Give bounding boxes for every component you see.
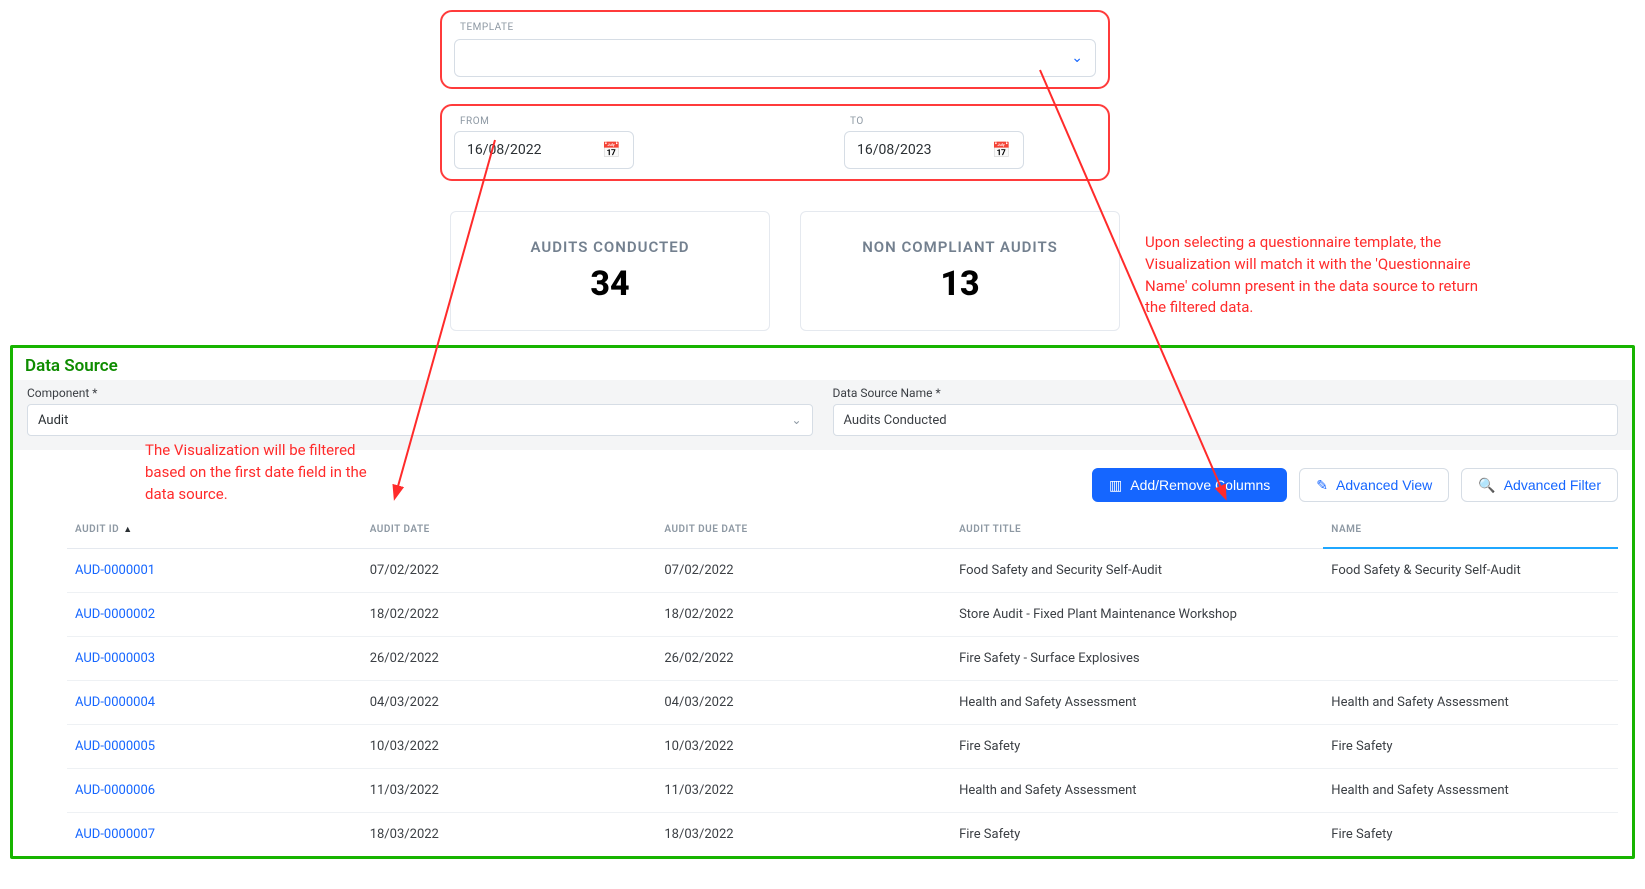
cell-audit-title: Fire Safety bbox=[951, 813, 1323, 857]
cell-audit-date: 11/03/2022 bbox=[362, 769, 657, 813]
table-row: AUD-000000326/02/202226/02/2022Fire Safe… bbox=[67, 637, 1618, 681]
cell-audit-title: Health and Safety Assessment bbox=[951, 769, 1323, 813]
cell-audit-title: Fire Safety - Surface Explosives bbox=[951, 637, 1323, 681]
kpi-noncompliant-audits: NON COMPLIANT AUDITS 13 bbox=[800, 211, 1120, 331]
from-date-value: 16/08/2022 bbox=[467, 142, 542, 158]
data-source-title: Data Source bbox=[13, 348, 1632, 380]
cell-audit-due-date: 18/02/2022 bbox=[656, 593, 951, 637]
col-audit-title[interactable]: AUDIT TITLE bbox=[951, 512, 1323, 548]
search-plus-icon: 🔍 bbox=[1478, 477, 1495, 494]
to-label: TO bbox=[844, 116, 1024, 127]
cell-audit-due-date: 11/03/2022 bbox=[656, 769, 951, 813]
advanced-view-button[interactable]: ✎ Advanced View bbox=[1299, 468, 1449, 502]
cell-name: Fire Safety bbox=[1323, 725, 1618, 769]
audit-id-link[interactable]: AUD-0000002 bbox=[67, 593, 362, 637]
kpi-value: 34 bbox=[590, 264, 629, 304]
col-name[interactable]: NAME bbox=[1323, 512, 1618, 548]
cell-name bbox=[1323, 637, 1618, 681]
table-row: AUD-000000107/02/202207/02/2022Food Safe… bbox=[67, 548, 1618, 593]
cell-audit-date: 07/02/2022 bbox=[362, 548, 657, 593]
cell-audit-date: 04/03/2022 bbox=[362, 681, 657, 725]
col-audit-date[interactable]: AUDIT DATE bbox=[362, 512, 657, 548]
cell-audit-title: Fire Safety bbox=[951, 725, 1323, 769]
table-row: AUD-000000611/03/202211/03/2022Health an… bbox=[67, 769, 1618, 813]
cell-audit-date: 10/03/2022 bbox=[362, 725, 657, 769]
dsname-value: Audits Conducted bbox=[844, 413, 947, 428]
table-row: AUD-000000404/03/202204/03/2022Health an… bbox=[67, 681, 1618, 725]
cell-audit-due-date: 04/03/2022 bbox=[656, 681, 951, 725]
audit-id-link[interactable]: AUD-0000007 bbox=[67, 813, 362, 857]
chevron-down-icon: ⌄ bbox=[1071, 50, 1083, 66]
col-audit-id[interactable]: AUDIT ID▲ bbox=[67, 512, 362, 548]
cell-audit-due-date: 10/03/2022 bbox=[656, 725, 951, 769]
dsname-label: Data Source Name * bbox=[833, 386, 1619, 400]
cell-audit-date: 18/03/2022 bbox=[362, 813, 657, 857]
cell-audit-title: Food Safety and Security Self-Audit bbox=[951, 548, 1323, 593]
kpi-audits-conducted: AUDITS CONDUCTED 34 bbox=[450, 211, 770, 331]
col-audit-due-date[interactable]: AUDIT DUE DATE bbox=[656, 512, 951, 548]
template-filter-group: TEMPLATE ⌄ bbox=[440, 10, 1110, 89]
annotation-right: Upon selecting a questionnaire template,… bbox=[1145, 232, 1485, 319]
columns-icon: ▥ bbox=[1109, 477, 1122, 494]
table-row: AUD-000000218/02/202218/02/2022Store Aud… bbox=[67, 593, 1618, 637]
advanced-filter-button[interactable]: 🔍 Advanced Filter bbox=[1461, 468, 1618, 502]
kpi-label: NON COMPLIANT AUDITS bbox=[862, 238, 1058, 256]
calendar-icon: 📅 bbox=[992, 141, 1011, 159]
to-date-value: 16/08/2023 bbox=[857, 142, 932, 158]
cell-name bbox=[1323, 593, 1618, 637]
cell-name: Food Safety & Security Self-Audit bbox=[1323, 548, 1618, 593]
audit-id-link[interactable]: AUD-0000006 bbox=[67, 769, 362, 813]
button-label: Add/Remove Columns bbox=[1130, 477, 1270, 493]
cell-audit-due-date: 07/02/2022 bbox=[656, 548, 951, 593]
calendar-icon: 📅 bbox=[602, 141, 621, 159]
button-label: Advanced Filter bbox=[1504, 477, 1601, 493]
button-label: Advanced View bbox=[1336, 477, 1432, 493]
sort-asc-icon: ▲ bbox=[123, 525, 132, 535]
audit-id-link[interactable]: AUD-0000001 bbox=[67, 548, 362, 593]
audits-table: AUDIT ID▲ AUDIT DATE AUDIT DUE DATE AUDI… bbox=[67, 512, 1618, 856]
cell-audit-due-date: 26/02/2022 bbox=[656, 637, 951, 681]
dsname-input[interactable]: Audits Conducted bbox=[833, 404, 1619, 436]
table-row: AUD-000000718/03/202218/03/2022Fire Safe… bbox=[67, 813, 1618, 857]
kpi-label: AUDITS CONDUCTED bbox=[530, 238, 689, 256]
component-value: Audit bbox=[38, 413, 68, 428]
from-label: FROM bbox=[454, 116, 634, 127]
date-filter-group: FROM 16/08/2022 📅 TO 16/08/2023 📅 bbox=[440, 104, 1110, 181]
template-label: TEMPLATE bbox=[454, 22, 1096, 33]
cell-audit-date: 26/02/2022 bbox=[362, 637, 657, 681]
kpi-value: 13 bbox=[940, 264, 979, 304]
cell-name: Health and Safety Assessment bbox=[1323, 681, 1618, 725]
to-date-input[interactable]: 16/08/2023 📅 bbox=[844, 131, 1024, 169]
component-label: Component * bbox=[27, 386, 813, 400]
cell-audit-title: Store Audit - Fixed Plant Maintenance Wo… bbox=[951, 593, 1323, 637]
from-date-input[interactable]: 16/08/2022 📅 bbox=[454, 131, 634, 169]
audit-id-link[interactable]: AUD-0000005 bbox=[67, 725, 362, 769]
annotation-left: The Visualization will be filtered based… bbox=[145, 440, 395, 505]
template-select[interactable]: ⌄ bbox=[454, 39, 1096, 77]
add-remove-columns-button[interactable]: ▥ Add/Remove Columns bbox=[1092, 468, 1287, 502]
audit-id-link[interactable]: AUD-0000004 bbox=[67, 681, 362, 725]
edit-icon: ✎ bbox=[1316, 477, 1328, 494]
cell-audit-title: Health and Safety Assessment bbox=[951, 681, 1323, 725]
component-select[interactable]: Audit ⌄ bbox=[27, 404, 813, 436]
chevron-down-icon: ⌄ bbox=[791, 413, 801, 427]
audit-id-link[interactable]: AUD-0000003 bbox=[67, 637, 362, 681]
cell-audit-due-date: 18/03/2022 bbox=[656, 813, 951, 857]
data-source-panel: Data Source Component * Audit ⌄ Data Sou… bbox=[10, 345, 1635, 859]
table-row: AUD-000000510/03/202210/03/2022Fire Safe… bbox=[67, 725, 1618, 769]
cell-name: Fire Safety bbox=[1323, 813, 1618, 857]
cell-name: Health and Safety Assessment bbox=[1323, 769, 1618, 813]
cell-audit-date: 18/02/2022 bbox=[362, 593, 657, 637]
